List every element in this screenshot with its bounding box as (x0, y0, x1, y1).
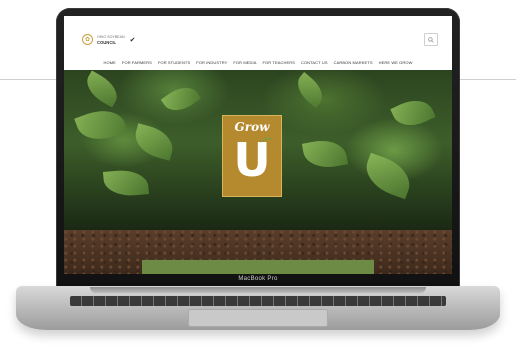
grow-badge-word: Grow (234, 120, 270, 134)
search-icon (428, 36, 434, 43)
grow-u-badge[interactable]: Grow U (222, 115, 282, 197)
sprout-icon (260, 137, 274, 143)
nav-for-media[interactable]: FOR MEDIA (233, 60, 256, 65)
leaf-decoration (160, 80, 202, 118)
leaf-decoration (102, 168, 150, 198)
content-banner (142, 260, 374, 274)
search-button[interactable] (424, 33, 438, 46)
nav-for-students[interactable]: FOR STUDENTS (158, 60, 190, 65)
logo-line-2: COUNCIL (97, 39, 117, 45)
laptop-keyboard (70, 296, 446, 306)
leaf-decoration (359, 152, 417, 200)
leaf-decoration (131, 123, 177, 161)
nav-here-we-grow[interactable]: HERE WE GROW (379, 60, 413, 65)
laptop-screen: ✿ OHIO SOYBEAN COUNCIL ✔ HOME FOR FARMER… (64, 16, 452, 274)
hero-image-soybean-field: Grow U (64, 70, 452, 230)
nav-home[interactable]: HOME (104, 60, 116, 65)
site-logo[interactable]: ✿ OHIO SOYBEAN COUNCIL ✔ (82, 34, 135, 45)
laptop-lid: ✿ OHIO SOYBEAN COUNCIL ✔ HOME FOR FARMER… (56, 8, 460, 290)
leaf-decoration (291, 72, 329, 108)
nav-carbon-markets[interactable]: CARBON MARKETS (334, 60, 373, 65)
soil-section (64, 230, 452, 274)
nav-contact-us[interactable]: CONTACT US (301, 60, 328, 65)
leaf-decoration (74, 103, 128, 147)
background-divider-left (0, 79, 58, 80)
leaf-decoration (390, 93, 436, 133)
nav-for-industry[interactable]: FOR INDUSTRY (196, 60, 227, 65)
nav-for-teachers[interactable]: FOR TEACHERS (263, 60, 295, 65)
laptop-trackpad (188, 309, 328, 327)
background-divider-right (458, 79, 516, 80)
nav-for-farmers[interactable]: FOR FARMERS (122, 60, 152, 65)
leaf-decoration (80, 70, 124, 108)
site-header: ✿ OHIO SOYBEAN COUNCIL ✔ HOME FOR FARMER… (64, 16, 452, 70)
laptop-model-label: MacBook Pro (238, 276, 278, 282)
checkmark-icon: ✔ (129, 36, 136, 44)
main-nav: HOME FOR FARMERS FOR STUDENTS FOR INDUST… (64, 60, 452, 65)
logo-text: OHIO SOYBEAN COUNCIL (97, 35, 125, 45)
leaf-decoration (301, 136, 349, 172)
laptop-hinge (90, 287, 426, 293)
soybean-icon: ✿ (82, 34, 93, 45)
